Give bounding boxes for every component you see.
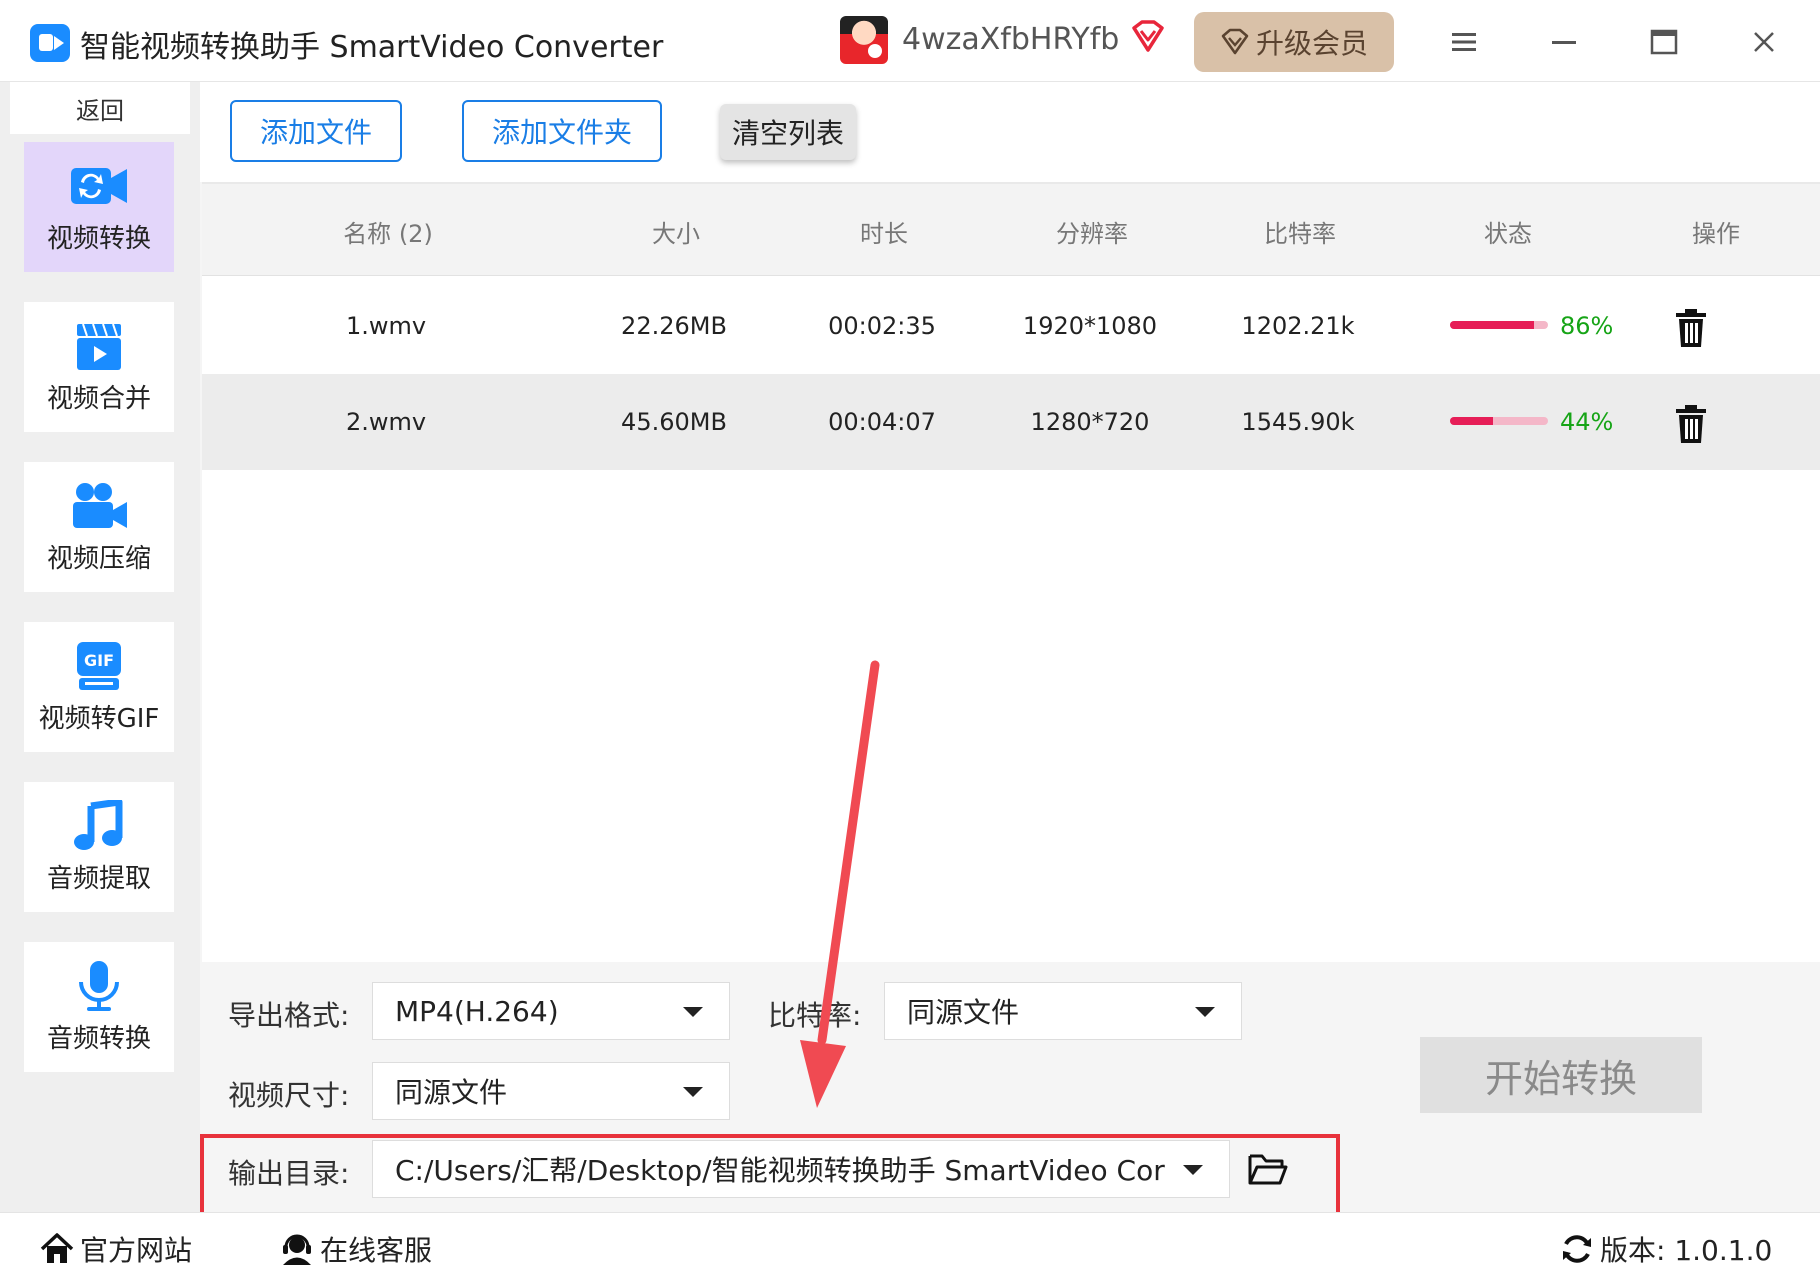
progress-bar [1450, 321, 1548, 329]
username[interactable]: 4wzaXfbHRYfb [902, 22, 1119, 57]
microphone-icon [79, 960, 119, 1011]
sidebar-item-audio-convert[interactable]: 音频转换 [24, 942, 174, 1072]
progress-percent: 86% [1560, 312, 1614, 340]
cell-bitrate: 1545.90k [1241, 408, 1355, 436]
header-duration[interactable]: 时长 [860, 214, 908, 249]
maximize-button[interactable] [1642, 20, 1686, 64]
highlight-frame [200, 1134, 1340, 1216]
progress-fill [1450, 417, 1494, 425]
bitrate-select[interactable]: 同源文件 [884, 982, 1242, 1040]
sidebar-item-label: 音频提取 [46, 863, 151, 894]
app-logo-icon [30, 24, 70, 62]
chevron-down-icon [1195, 1007, 1215, 1017]
video-size-select[interactable]: 同源文件 [372, 1062, 730, 1120]
sidebar-item-video-gif[interactable]: GIF 视频转GIF [24, 622, 174, 752]
toolbar: 添加文件 添加文件夹 清空列表 [200, 82, 1820, 182]
format-value: MP4(H.264) [395, 994, 559, 1028]
sidebar-item-video-merge[interactable]: 视频合并 [24, 302, 174, 432]
close-button[interactable] [1742, 20, 1786, 64]
version-info[interactable]: 版本: 1.0.1.0 [1560, 1229, 1772, 1269]
support-link[interactable]: 在线客服 [280, 1229, 432, 1269]
header-action: 操作 [1692, 220, 1740, 248]
sidebar-item-label: 音频转换 [46, 1023, 151, 1054]
cell-size: 22.26MB [621, 312, 727, 340]
website-label: 官方网站 [80, 1234, 193, 1267]
add-file-button[interactable]: 添加文件 [230, 100, 402, 162]
title-bar: 智能视频转换助手 SmartVideo Converter 4wzaXfbHRY… [0, 0, 1820, 82]
chevron-down-icon [683, 1087, 703, 1097]
header-size[interactable]: 大小 [652, 214, 700, 249]
footer: 官方网站 在线客服 版本: 1.0.1.0 [0, 1212, 1820, 1280]
menu-button[interactable] [1442, 20, 1486, 64]
chevron-down-icon [683, 1007, 703, 1017]
refresh-icon [1563, 1235, 1591, 1263]
video-size-value: 同源文件 [395, 1076, 508, 1109]
start-convert-button[interactable]: 开始转换 [1420, 1037, 1702, 1113]
customer-service-icon [283, 1234, 311, 1265]
header-bitrate[interactable]: 比特率 [1264, 214, 1336, 249]
music-icon [74, 799, 123, 850]
sidebar-item-label: 视频转换 [46, 223, 151, 254]
header-status: 状态 [1484, 220, 1532, 248]
cell-resolution: 1280*720 [1030, 408, 1150, 436]
video-compress-icon [73, 482, 127, 528]
cell-duration: 00:04:07 [828, 408, 936, 436]
table-row[interactable]: 2.wmv 45.60MB 00:04:07 1280*720 1545.90k… [202, 374, 1820, 470]
svg-text:GIF: GIF [84, 651, 114, 670]
upgrade-vip-button[interactable]: 升级会员 [1194, 12, 1394, 72]
app-title: 智能视频转换助手 SmartVideo Converter [80, 30, 664, 65]
progress-percent: 44% [1560, 408, 1614, 436]
cell-size: 45.60MB [621, 408, 727, 436]
file-table: 名称 (2) 大小 时长 分辨率 比特率 状态 操作 1.wmv 22.26MB… [202, 182, 1820, 962]
close-icon [1754, 32, 1774, 52]
trash-icon[interactable] [1674, 404, 1708, 444]
format-select[interactable]: MP4(H.264) [372, 982, 730, 1040]
hamburger-menu-icon [1452, 33, 1476, 51]
video-size-label: 视频尺寸: [228, 1079, 350, 1112]
format-label: 导出格式: [228, 999, 350, 1032]
cell-duration: 00:02:35 [828, 312, 936, 340]
video-convert-icon [71, 167, 127, 204]
upgrade-label: 升级会员 [1255, 27, 1368, 60]
cell-bitrate: 1202.21k [1241, 312, 1355, 340]
home-icon [40, 1233, 74, 1263]
avatar[interactable] [840, 16, 888, 64]
clear-list-button[interactable]: 清空列表 [720, 104, 856, 160]
bitrate-label: 比特率: [768, 999, 862, 1032]
gif-icon: GIF [77, 641, 121, 690]
website-link[interactable]: 官方网站 [40, 1229, 192, 1269]
minimize-icon [1552, 41, 1576, 44]
add-folder-button[interactable]: 添加文件夹 [462, 100, 662, 162]
sidebar-item-label: 视频压缩 [46, 543, 151, 574]
sidebar: 返回 视频转换 视频合并 视频压缩 GIF 视频转GIF 音频提取 音频转换 [0, 82, 200, 1212]
progress-fill [1450, 321, 1535, 329]
cell-name: 2.wmv [345, 408, 427, 436]
maximize-icon [1650, 29, 1678, 55]
sidebar-item-video-convert[interactable]: 视频转换 [24, 142, 174, 272]
table-row[interactable]: 1.wmv 22.26MB 00:02:35 1920*1080 1202.21… [202, 278, 1820, 374]
progress-bar [1450, 417, 1548, 425]
main-panel: 添加文件 添加文件夹 清空列表 名称 (2) 大小 时长 分辨率 比特率 状态 … [200, 82, 1820, 1212]
minimize-button[interactable] [1542, 20, 1586, 64]
header-name[interactable]: 名称 (2) [343, 214, 433, 249]
header-resolution[interactable]: 分辨率 [1056, 214, 1128, 249]
vip-diamond-icon [1132, 20, 1164, 52]
support-label: 在线客服 [320, 1234, 433, 1267]
version-label: 版本: 1.0.1.0 [1600, 1234, 1773, 1267]
sidebar-item-label: 视频合并 [46, 383, 151, 414]
back-button[interactable]: 返回 [10, 82, 190, 134]
bitrate-value: 同源文件 [907, 996, 1020, 1029]
sidebar-item-video-compress[interactable]: 视频压缩 [24, 462, 174, 592]
video-merge-icon [77, 323, 121, 370]
cell-name: 1.wmv [345, 312, 427, 340]
cell-resolution: 1920*1080 [1022, 312, 1158, 340]
sidebar-item-audio-extract[interactable]: 音频提取 [24, 782, 174, 912]
table-header: 名称 (2) 大小 时长 分辨率 比特率 状态 操作 [202, 184, 1820, 276]
diamond-icon [1221, 28, 1249, 55]
trash-icon[interactable] [1674, 308, 1708, 348]
sidebar-item-label: 视频转GIF [38, 703, 160, 734]
